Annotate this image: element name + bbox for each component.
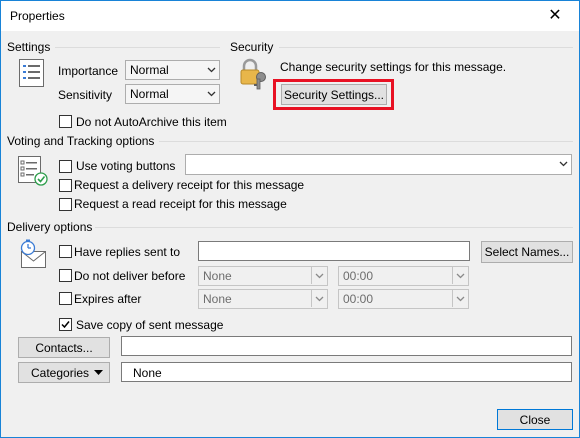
delivery-header: Delivery options	[7, 220, 93, 234]
voting-checklist-icon	[18, 156, 48, 186]
read-receipt-checkbox[interactable]	[59, 198, 72, 211]
contacts-input[interactable]	[121, 336, 572, 356]
sensitivity-label: Sensitivity	[58, 88, 113, 102]
chevron-down-icon	[207, 91, 216, 97]
delivery-receipt-label: Request a delivery receipt for this mess…	[74, 178, 305, 192]
autoarchive-checkbox[interactable]	[59, 115, 72, 128]
have-replies-label: Have replies sent to	[74, 245, 181, 259]
delivery-clock-envelope-icon	[20, 239, 46, 268]
save-copy-label: Save copy of sent message	[76, 318, 224, 332]
do-not-deliver-time-select[interactable]: 00:00	[338, 266, 469, 286]
chevron-down-icon	[315, 273, 324, 279]
security-divider	[279, 47, 573, 48]
settings-list-icon	[19, 59, 44, 87]
sensitivity-value: Normal	[130, 87, 169, 101]
autoarchive-label: Do not AutoArchive this item	[76, 115, 227, 129]
delivery-receipt-checkbox[interactable]	[59, 179, 72, 192]
importance-label: Importance	[58, 64, 119, 78]
do-not-deliver-checkbox[interactable]	[59, 269, 72, 282]
categories-button[interactable]: Categories	[18, 362, 110, 383]
expires-label: Expires after	[74, 292, 142, 306]
chevron-down-icon	[315, 296, 324, 302]
categories-button-label: Categories	[31, 366, 90, 380]
importance-value: Normal	[130, 63, 169, 77]
categories-input[interactable]: None	[121, 362, 572, 382]
read-receipt-label: Request a read receipt for this message	[74, 197, 287, 211]
close-window-icon[interactable]: ✕	[537, 3, 573, 29]
use-voting-label: Use voting buttons	[76, 159, 176, 173]
delivery-divider	[95, 227, 573, 228]
close-button[interactable]: Close	[497, 409, 573, 430]
security-settings-button[interactable]: Security Settings...	[281, 84, 387, 105]
categories-value: None	[133, 366, 162, 380]
have-replies-input[interactable]	[198, 241, 470, 261]
have-replies-checkbox[interactable]	[59, 245, 72, 258]
voting-divider	[159, 141, 573, 142]
expires-checkbox[interactable]	[59, 292, 72, 305]
dropdown-arrow-icon	[94, 370, 103, 375]
expires-time-select[interactable]: 00:00	[338, 289, 469, 309]
chevron-down-icon	[207, 67, 216, 73]
chevron-down-icon	[456, 273, 465, 279]
do-not-deliver-date-value: None	[203, 269, 232, 283]
do-not-deliver-time-value: 00:00	[343, 269, 374, 283]
settings-header: Settings	[7, 40, 51, 54]
contacts-button[interactable]: Contacts...	[18, 337, 110, 358]
use-voting-checkbox[interactable]	[59, 160, 72, 173]
do-not-deliver-label: Do not deliver before	[74, 269, 186, 283]
title-bar: Properties ✕	[1, 1, 579, 31]
lock-key-icon	[240, 58, 266, 90]
chevron-down-icon	[456, 296, 465, 302]
sensitivity-select[interactable]: Normal	[125, 84, 220, 104]
checkmark-icon	[61, 321, 70, 329]
select-names-button[interactable]: Select Names...	[481, 241, 573, 263]
save-copy-checkbox[interactable]	[59, 318, 72, 331]
do-not-deliver-date-select[interactable]: None	[198, 266, 328, 286]
security-header: Security	[230, 40, 274, 54]
security-description: Change security settings for this messag…	[280, 60, 507, 74]
properties-dialog: Properties ✕ Settings Importance Normal …	[0, 0, 580, 438]
voting-header: Voting and Tracking options	[7, 134, 155, 148]
expires-date-select[interactable]: None	[198, 289, 328, 309]
chevron-down-icon	[559, 161, 568, 167]
importance-select[interactable]: Normal	[125, 60, 220, 80]
dialog-body: Settings Importance Normal Sensitivity N…	[1, 31, 579, 437]
expires-date-value: None	[203, 292, 232, 306]
dialog-title: Properties	[10, 9, 65, 23]
settings-divider	[55, 47, 220, 48]
expires-time-value: 00:00	[343, 292, 374, 306]
voting-buttons-select[interactable]	[185, 154, 572, 175]
